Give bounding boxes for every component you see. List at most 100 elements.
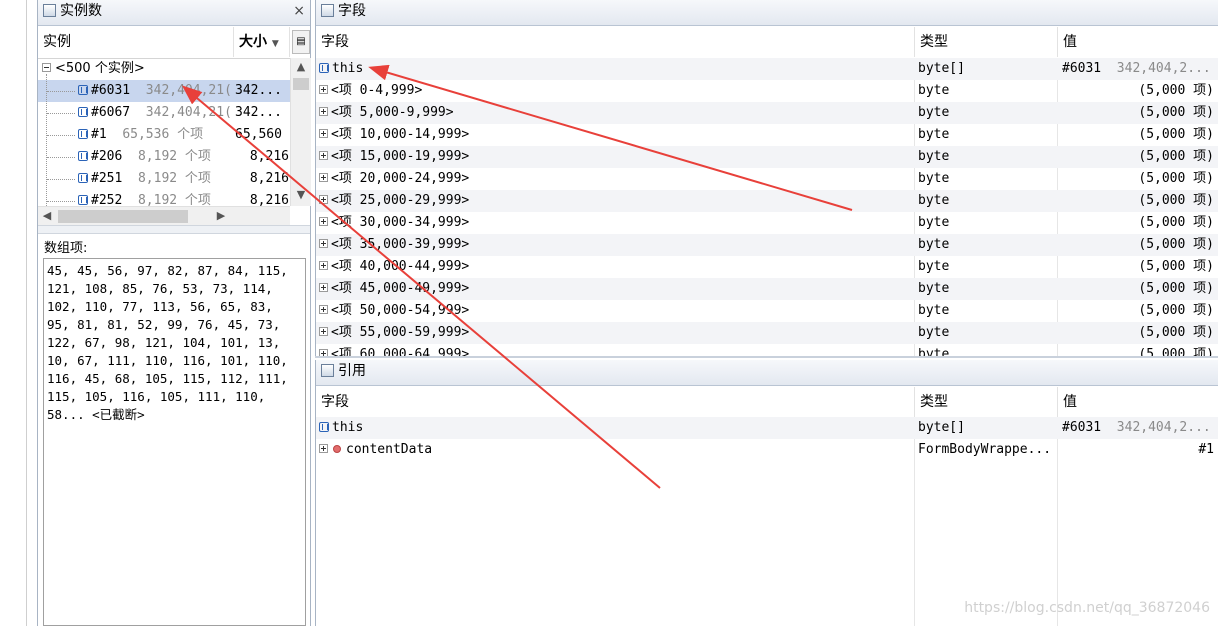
array-items-line: 45, 45, 56, 97, 82, 87, 84, 115, — [47, 263, 288, 278]
instances-titlebar: 实例数 × — [38, 0, 310, 26]
instances-vscrollbar[interactable]: ▲ ▼ — [290, 58, 311, 206]
expand-icon[interactable] — [319, 151, 328, 160]
field-name: <项 5,000-9,999> — [331, 105, 454, 120]
splitter-grip[interactable] — [38, 225, 310, 234]
instance-row[interactable]: #206 8,192 个项 8,216 — [38, 146, 290, 168]
ref-column-header-field[interactable]: 字段 — [316, 387, 915, 417]
expand-icon[interactable] — [319, 129, 328, 138]
collapse-icon[interactable] — [42, 63, 51, 72]
expand-icon[interactable] — [319, 283, 328, 292]
scroll-down-icon[interactable]: ▼ — [291, 188, 311, 201]
instance-row[interactable]: #6031 342,404,21(342... — [38, 80, 290, 102]
group-row[interactable]: <500 个实例> — [38, 58, 290, 80]
array-items-line: 95, 81, 81, 52, 99, 76, 45, 73, — [47, 317, 281, 332]
field-value: (5,000 项) — [1138, 149, 1214, 164]
column-header-type[interactable]: 类型 — [915, 27, 1058, 57]
field-row[interactable]: <项 25,000-29,999> byte (5,000 项) — [316, 190, 1218, 212]
field-row[interactable]: <项 5,000-9,999> byte (5,000 项) — [316, 102, 1218, 124]
field-value: (5,000 项) — [1138, 171, 1214, 186]
column-header-value[interactable]: 值 — [1058, 27, 1218, 57]
instance-row[interactable]: #251 8,192 个项 8,216 — [38, 168, 290, 190]
references-header: 字段 类型 值 — [316, 387, 1218, 418]
array-items-box[interactable]: 45, 45, 56, 97, 82, 87, 84, 115, 121, 108… — [43, 258, 306, 626]
field-value: (5,000 项) — [1138, 215, 1214, 230]
field-row[interactable]: <项 45,000-49,999> byte (5,000 项) — [316, 278, 1218, 300]
field-name: <项 40,000-44,999> — [331, 259, 470, 274]
array-items-line: 58... <已截断> — [47, 407, 145, 422]
references-list: this byte[] #6031 342,404,2... contentDa… — [316, 417, 1218, 626]
instance-desc: 342,404,21( — [145, 105, 231, 120]
field-row[interactable]: <项 40,000-44,999> byte (5,000 项) — [316, 256, 1218, 278]
expand-icon[interactable] — [319, 444, 328, 453]
fields-header: 字段 类型 值 — [316, 27, 1218, 59]
expand-icon[interactable] — [319, 239, 328, 248]
ref-column-header-type[interactable]: 类型 — [915, 387, 1058, 417]
expand-icon[interactable] — [319, 107, 328, 116]
ref-row-contentdata[interactable]: contentData FormBodyWrappe... #1 — [316, 439, 1218, 461]
array-object-icon — [78, 107, 88, 117]
fields-list: this byte[] #6031 342,404,2... <项 0-4,99… — [316, 58, 1218, 356]
ref-this-value-desc: 342,404,2... — [1116, 420, 1211, 435]
close-icon[interactable]: × — [293, 0, 305, 22]
field-this-type: byte[] — [918, 61, 965, 76]
field-value: (5,000 项) — [1138, 281, 1214, 296]
instance-desc: 8,192 个项 — [137, 149, 211, 164]
field-row[interactable]: <项 60,000-64,999> byte (5,000 项) — [316, 344, 1218, 356]
field-row[interactable]: <项 50,000-54,999> byte (5,000 项) — [316, 300, 1218, 322]
field-type: byte — [918, 127, 950, 142]
column-chooser-button[interactable]: ▤ — [292, 30, 310, 54]
field-name: <项 20,000-24,999> — [331, 171, 470, 186]
field-value: (5,000 项) — [1138, 347, 1214, 356]
expand-icon[interactable] — [319, 261, 328, 270]
fields-title: 字段 — [338, 3, 366, 19]
scroll-up-icon[interactable]: ▲ — [291, 60, 311, 73]
field-type: byte — [918, 105, 950, 120]
field-name: <项 55,000-59,999> — [331, 325, 470, 340]
hscroll-thumb[interactable] — [58, 210, 188, 223]
instance-id: #6067 — [91, 105, 131, 120]
watermark: https://blog.csdn.net/qq_36872046 — [964, 600, 1210, 616]
instance-size: 65,560 — [235, 127, 282, 142]
field-row[interactable]: <项 10,000-14,999> byte (5,000 项) — [316, 124, 1218, 146]
expand-icon[interactable] — [319, 349, 328, 356]
scroll-right-icon[interactable]: ▶ — [214, 209, 228, 222]
fields-panel-icon — [321, 4, 334, 17]
field-row[interactable]: <项 20,000-24,999> byte (5,000 项) — [316, 168, 1218, 190]
field-name: <项 30,000-34,999> — [331, 215, 470, 230]
field-row[interactable]: <项 15,000-19,999> byte (5,000 项) — [316, 146, 1218, 168]
tree-branch — [47, 113, 75, 115]
expand-icon[interactable] — [319, 85, 328, 94]
column-header-field[interactable]: 字段 — [316, 27, 915, 57]
array-items-line: 121, 108, 85, 76, 53, 73, 114, — [47, 281, 273, 296]
scroll-thumb[interactable] — [293, 78, 309, 90]
column-header-size[interactable]: 大小 ▼ — [234, 27, 290, 57]
column-header-instance[interactable]: 实例 — [38, 27, 234, 57]
expand-icon[interactable] — [319, 173, 328, 182]
array-object-icon — [78, 151, 88, 161]
field-name: <项 60,000-64,999> — [331, 347, 470, 356]
scroll-left-icon[interactable]: ◀ — [40, 209, 54, 222]
instance-row[interactable]: #6067 342,404,21(342... — [38, 102, 290, 124]
field-type: byte — [918, 303, 950, 318]
references-panel-icon — [321, 364, 334, 377]
expand-icon[interactable] — [319, 305, 328, 314]
field-row[interactable]: <项 35,000-39,999> byte (5,000 项) — [316, 234, 1218, 256]
field-row-this[interactable]: this byte[] #6031 342,404,2... — [316, 58, 1218, 80]
instance-row[interactable]: #1 65,536 个项 65,560 — [38, 124, 290, 146]
expand-icon[interactable] — [319, 217, 328, 226]
field-type: byte — [918, 83, 950, 98]
ref-this-type: byte[] — [918, 420, 965, 435]
ref-row-this[interactable]: this byte[] #6031 342,404,2... — [316, 417, 1218, 439]
field-row[interactable]: <项 30,000-34,999> byte (5,000 项) — [316, 212, 1218, 234]
field-value: (5,000 项) — [1138, 325, 1214, 340]
instance-size: 8,216 — [249, 193, 289, 206]
instance-row[interactable]: #252 8,192 个项 8,216 — [38, 190, 290, 206]
field-row[interactable]: <项 55,000-59,999> byte (5,000 项) — [316, 322, 1218, 344]
ref-column-header-value[interactable]: 值 — [1058, 387, 1218, 417]
expand-icon[interactable] — [319, 195, 328, 204]
instance-desc: 8,192 个项 — [137, 193, 211, 206]
field-name: <项 25,000-29,999> — [331, 193, 470, 208]
expand-icon[interactable] — [319, 327, 328, 336]
field-row[interactable]: <项 0-4,999> byte (5,000 项) — [316, 80, 1218, 102]
instances-hscrollbar[interactable]: ◀ ▶ — [38, 206, 290, 226]
